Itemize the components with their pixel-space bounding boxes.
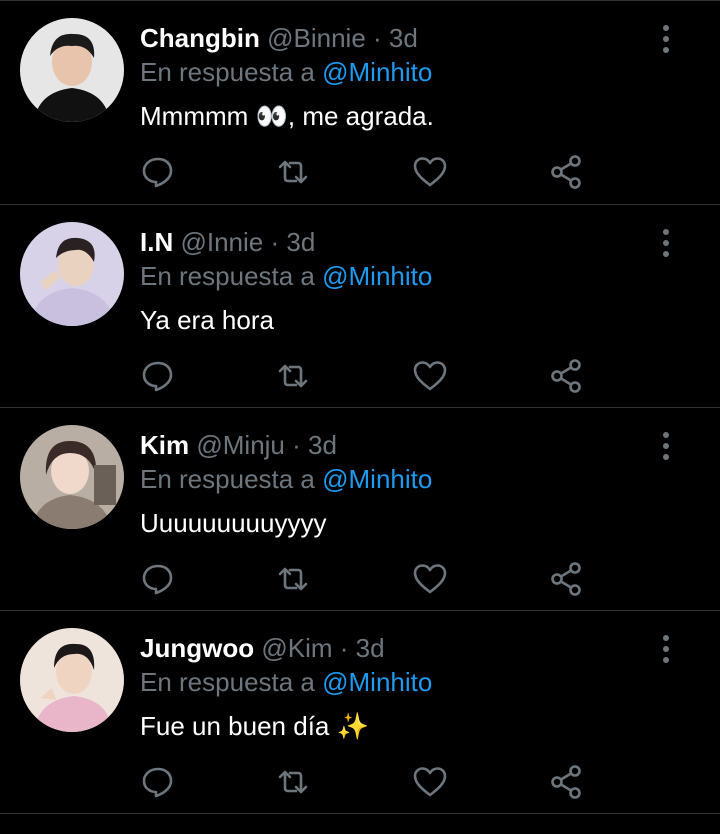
- tweet-text: Ya era hora: [140, 305, 274, 335]
- reply-context: En respuesta a @Minhito: [140, 462, 432, 496]
- separator: ·: [292, 430, 301, 460]
- heart-icon[interactable]: [412, 561, 448, 597]
- reply-context: En respuesta a @Minhito: [140, 665, 432, 699]
- avatar-image: [20, 18, 124, 122]
- reply-context: En respuesta a @Minhito: [140, 259, 432, 293]
- action-bar: [140, 561, 590, 601]
- heart-icon[interactable]: [412, 154, 448, 190]
- separator: ·: [373, 23, 382, 53]
- avatar[interactable]: [20, 222, 124, 326]
- action-bar: [140, 154, 590, 194]
- reply-prefix: En respuesta a: [140, 464, 315, 494]
- share-icon[interactable]: [548, 764, 584, 800]
- avatar-image: [20, 425, 124, 529]
- timestamp[interactable]: 3d: [389, 23, 418, 53]
- action-bar: [140, 764, 590, 804]
- comment-icon[interactable]: [140, 154, 176, 190]
- avatar[interactable]: [20, 18, 124, 122]
- comment-icon[interactable]: [140, 358, 176, 394]
- comment-icon[interactable]: [140, 764, 176, 800]
- action-bar: [140, 358, 590, 398]
- display-name[interactable]: Changbin: [140, 23, 260, 53]
- handle[interactable]: @Binnie: [267, 23, 366, 53]
- reply-tweet[interactable]: Jungwoo @Kim · 3d En respuesta a @Minhit…: [0, 611, 720, 814]
- reply-prefix: En respuesta a: [140, 261, 315, 291]
- display-name[interactable]: Jungwoo: [140, 633, 254, 663]
- comment-icon[interactable]: [140, 561, 176, 597]
- more-vertical-icon[interactable]: [656, 430, 676, 462]
- reply-context: En respuesta a @Minhito: [140, 55, 432, 89]
- handle[interactable]: @Innie: [180, 227, 263, 257]
- reply-tweet[interactable]: I.N @Innie · 3d En respuesta a @Minhito …: [0, 205, 720, 408]
- separator: ·: [339, 633, 349, 663]
- tweet-text: Fue un buen día ✨: [140, 711, 369, 741]
- handle[interactable]: @Minju: [196, 430, 285, 460]
- display-name[interactable]: Kim: [140, 430, 189, 460]
- mention-link[interactable]: @Minhito: [322, 261, 432, 291]
- reply-prefix: En respuesta a: [140, 667, 315, 697]
- reply-tweet[interactable]: Kim @Minju · 3d En respuesta a @Minhito …: [0, 408, 720, 611]
- share-icon[interactable]: [548, 358, 584, 394]
- mention-link[interactable]: @Minhito: [322, 667, 432, 697]
- timestamp[interactable]: 3d: [356, 633, 385, 663]
- heart-icon[interactable]: [412, 764, 448, 800]
- tweet-text: Uuuuuuuuuyyyy: [140, 508, 327, 538]
- more-vertical-icon[interactable]: [656, 633, 676, 665]
- replies-feed: Changbin @Binnie · 3d En respuesta a @Mi…: [0, 0, 720, 814]
- retweet-icon[interactable]: [275, 764, 311, 800]
- share-icon[interactable]: [548, 561, 584, 597]
- tweet-header: Changbin @Binnie · 3d: [140, 21, 418, 55]
- retweet-icon[interactable]: [275, 154, 311, 190]
- heart-icon[interactable]: [412, 358, 448, 394]
- avatar[interactable]: [20, 425, 124, 529]
- tweet-header: Jungwoo @Kim · 3d: [140, 631, 385, 665]
- tweet-header: Kim @Minju · 3d: [140, 428, 337, 462]
- retweet-icon[interactable]: [275, 358, 311, 394]
- avatar[interactable]: [20, 628, 124, 732]
- separator: ·: [270, 227, 280, 257]
- share-icon[interactable]: [548, 154, 584, 190]
- tweet-text: Mmmmm 👀, me agrada.: [140, 101, 434, 131]
- timestamp[interactable]: 3d: [308, 430, 337, 460]
- mention-link[interactable]: @Minhito: [322, 57, 432, 87]
- display-name[interactable]: I.N: [140, 227, 173, 257]
- avatar-image: [20, 222, 124, 326]
- handle[interactable]: @Kim: [261, 633, 332, 663]
- tweet-header: I.N @Innie · 3d: [140, 225, 315, 259]
- more-vertical-icon[interactable]: [656, 227, 676, 259]
- retweet-icon[interactable]: [275, 561, 311, 597]
- reply-tweet[interactable]: Changbin @Binnie · 3d En respuesta a @Mi…: [0, 0, 720, 205]
- mention-link[interactable]: @Minhito: [322, 464, 432, 494]
- timestamp[interactable]: 3d: [286, 227, 315, 257]
- avatar-image: [20, 628, 124, 732]
- more-vertical-icon[interactable]: [656, 23, 676, 55]
- reply-prefix: En respuesta a: [140, 57, 315, 87]
